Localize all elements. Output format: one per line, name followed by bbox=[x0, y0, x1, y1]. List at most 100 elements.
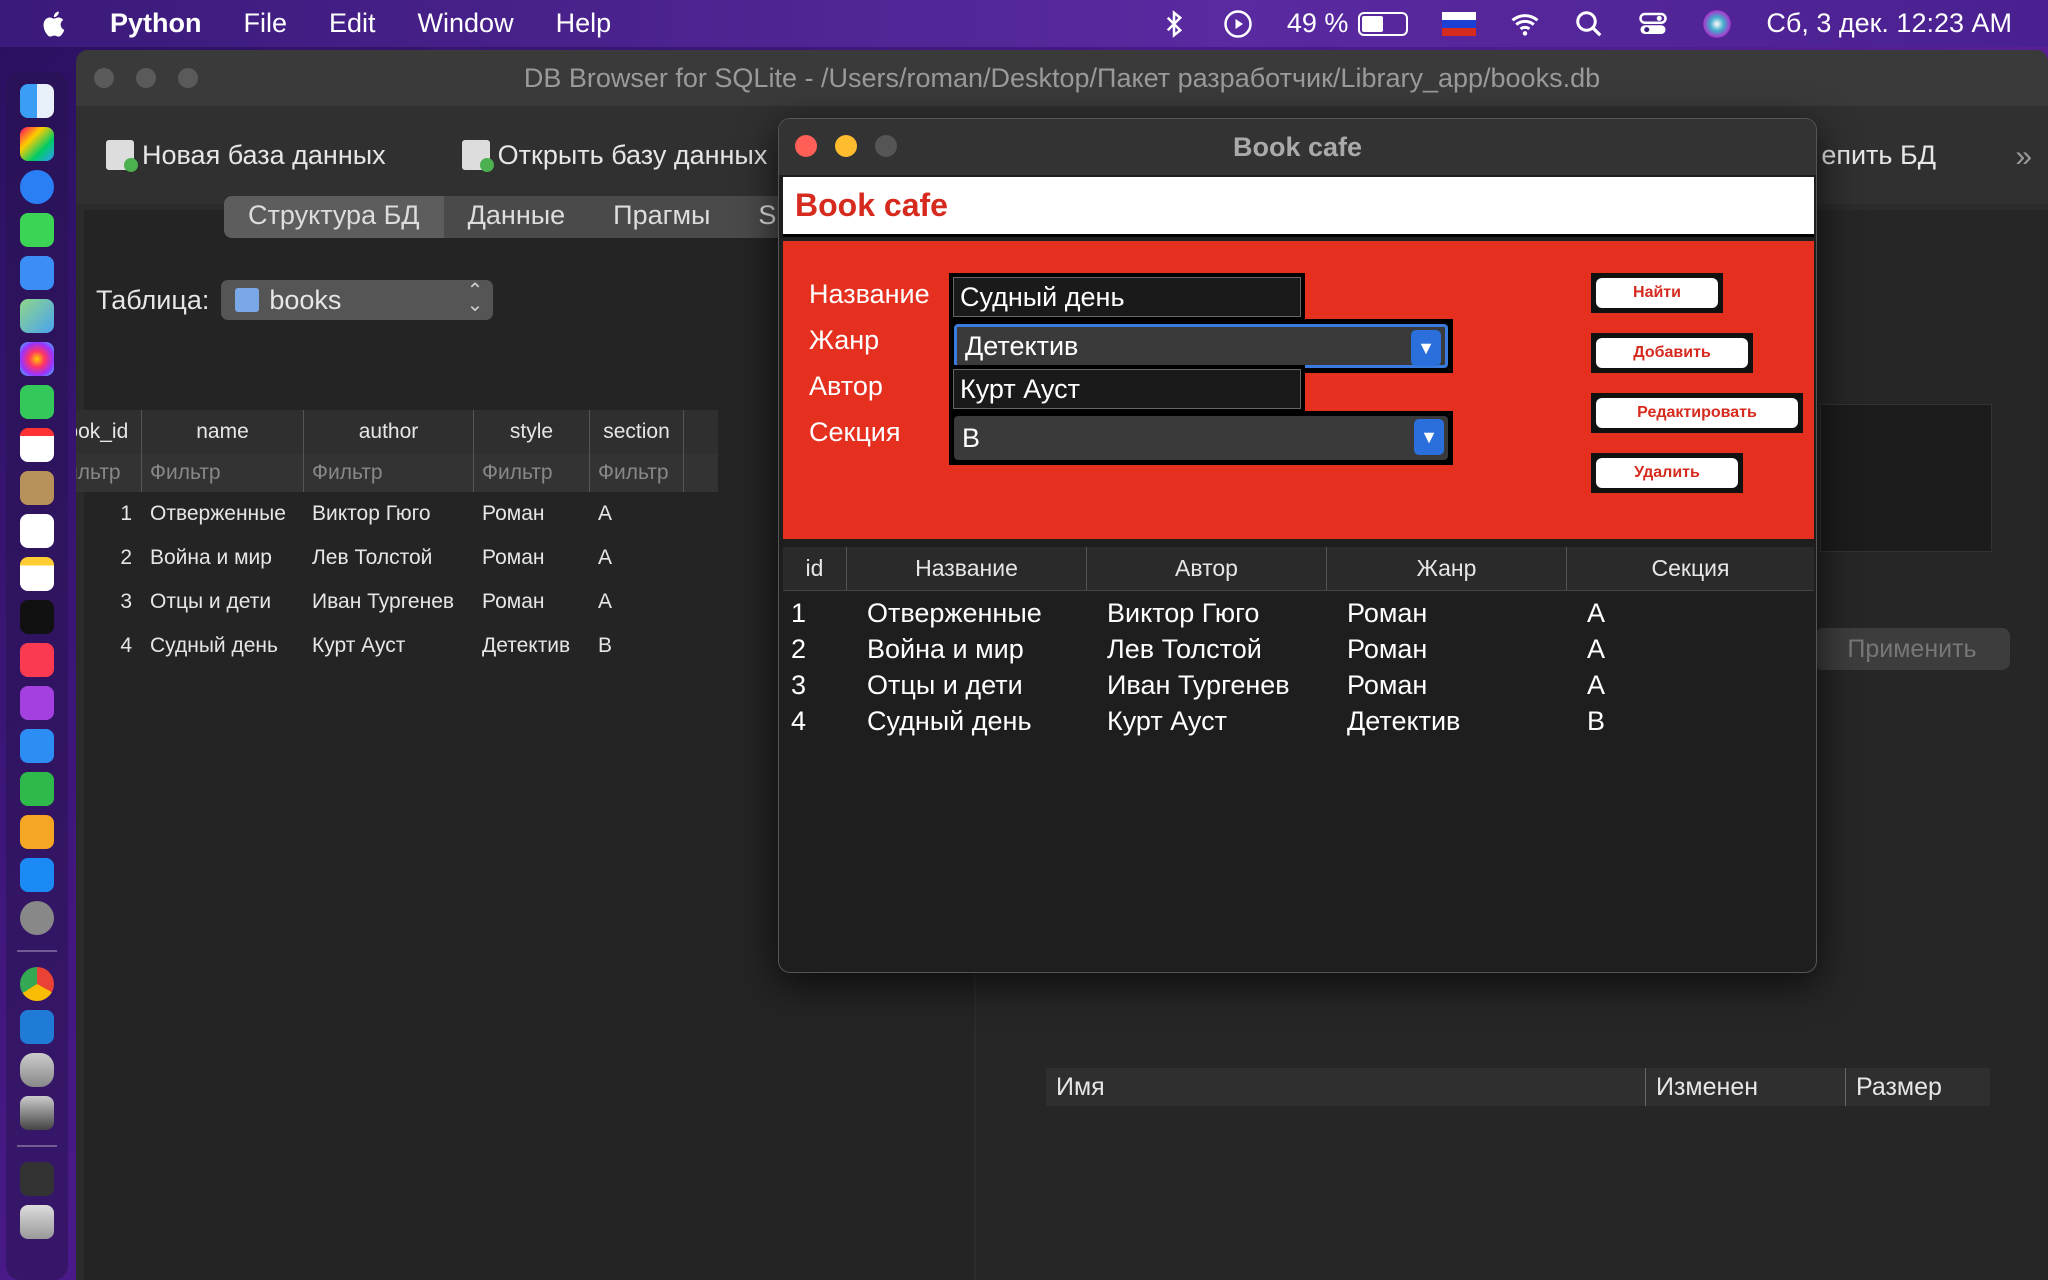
cell-style[interactable]: Роман bbox=[474, 580, 590, 624]
cell-name[interactable]: Отцы и дети bbox=[142, 580, 304, 624]
menu-edit[interactable]: Edit bbox=[329, 8, 376, 39]
find-button[interactable]: Найти bbox=[1591, 273, 1723, 313]
mail-icon[interactable] bbox=[20, 256, 54, 290]
add-button[interactable]: Добавить bbox=[1591, 333, 1753, 373]
filter-input-section[interactable]: Фильтр bbox=[590, 454, 684, 492]
tv-icon[interactable] bbox=[20, 600, 54, 634]
cell-book-id[interactable]: 3 bbox=[76, 580, 142, 624]
battery-status[interactable]: 49 % bbox=[1287, 8, 1409, 39]
chevron-down-icon[interactable]: ▼ bbox=[1411, 330, 1441, 366]
cell-book-id[interactable]: 2 bbox=[76, 536, 142, 580]
python-launcher-icon[interactable] bbox=[20, 1096, 54, 1130]
tree-row[interactable]: 4 Судный день Курт Ауст Детектив B bbox=[783, 703, 1814, 739]
chrome-icon[interactable] bbox=[20, 967, 54, 1001]
zoom-button[interactable] bbox=[178, 68, 198, 88]
filter-input-style[interactable]: Фильтр bbox=[474, 454, 590, 492]
table-row[interactable]: 1 1 Отверженные Виктор Гюго Роман A bbox=[76, 492, 718, 536]
table-row[interactable]: 3 3 Отцы и дети Иван Тургенев Роман A bbox=[76, 580, 718, 624]
cell-author[interactable]: Виктор Гюго bbox=[304, 492, 474, 536]
filter-input-book-id[interactable]: Фильтр bbox=[76, 454, 142, 492]
table-row[interactable]: 4 4 Судный день Курт Ауст Детектив B bbox=[76, 624, 718, 668]
downloads-stack-icon[interactable] bbox=[20, 1162, 54, 1196]
messages-icon[interactable] bbox=[20, 213, 54, 247]
cell-section[interactable]: A bbox=[590, 492, 684, 536]
column-header-book-id[interactable]: book_id bbox=[76, 410, 142, 454]
music-icon[interactable] bbox=[20, 643, 54, 677]
tree-row[interactable]: 2 Война и мир Лев Толстой Роман A bbox=[783, 631, 1814, 667]
input-language-flag-icon[interactable] bbox=[1442, 11, 1477, 36]
finder-icon[interactable] bbox=[20, 84, 54, 118]
chevron-down-icon[interactable]: ▼ bbox=[1414, 419, 1444, 455]
menu-help[interactable]: Help bbox=[556, 8, 612, 39]
wifi-icon[interactable] bbox=[1510, 9, 1540, 39]
cell-name[interactable]: Отверженные bbox=[142, 492, 304, 536]
new-database-button[interactable]: Новая база данных bbox=[106, 140, 386, 172]
close-button[interactable] bbox=[94, 68, 114, 88]
toolbar-overflow-icon[interactable]: » bbox=[2015, 140, 2032, 174]
close-button[interactable] bbox=[795, 135, 817, 157]
cell-style[interactable]: Детектив bbox=[474, 624, 590, 668]
facetime-icon[interactable] bbox=[20, 385, 54, 419]
open-database-button[interactable]: Открыть базу данных bbox=[461, 140, 767, 172]
pages-icon[interactable] bbox=[20, 815, 54, 849]
files-column-size[interactable]: Размер bbox=[1846, 1068, 1990, 1106]
files-column-name[interactable]: Имя bbox=[1046, 1068, 1646, 1106]
numbers-icon[interactable] bbox=[20, 772, 54, 806]
filter-input-name[interactable]: Фильтр bbox=[142, 454, 304, 492]
menu-file[interactable]: File bbox=[244, 8, 288, 39]
trash-icon[interactable] bbox=[20, 1205, 54, 1239]
zoom-button[interactable] bbox=[875, 135, 897, 157]
cell-style[interactable]: Роман bbox=[474, 536, 590, 580]
title-entry[interactable]: Судный день bbox=[949, 273, 1305, 321]
column-header-section[interactable]: section bbox=[590, 410, 684, 454]
column-header-author[interactable]: author bbox=[304, 410, 474, 454]
keynote-icon[interactable] bbox=[20, 729, 54, 763]
db-browser-icon[interactable] bbox=[20, 1053, 54, 1087]
reminders-icon[interactable] bbox=[20, 514, 54, 548]
siri-icon[interactable] bbox=[1702, 9, 1732, 39]
notes-icon[interactable] bbox=[20, 557, 54, 591]
cell-author[interactable]: Курт Ауст bbox=[304, 624, 474, 668]
menu-window[interactable]: Window bbox=[418, 8, 514, 39]
tree-row[interactable]: 3 Отцы и дети Иван Тургенев Роман A bbox=[783, 667, 1814, 703]
sql-log-box[interactable] bbox=[1820, 404, 1992, 552]
section-combobox[interactable]: B ▼ bbox=[949, 411, 1453, 465]
cell-book-id[interactable]: 1 bbox=[76, 492, 142, 536]
bluetooth-icon[interactable] bbox=[1159, 9, 1189, 39]
column-header-name[interactable]: name bbox=[142, 410, 304, 454]
cell-book-id[interactable]: 4 bbox=[76, 624, 142, 668]
calendar-icon[interactable] bbox=[20, 428, 54, 462]
app-store-icon[interactable] bbox=[20, 858, 54, 892]
cell-name[interactable]: Война и мир bbox=[142, 536, 304, 580]
safari-icon[interactable] bbox=[20, 170, 54, 204]
search-icon[interactable] bbox=[1574, 9, 1604, 39]
table-row[interactable]: 2 2 Война и мир Лев Толстой Роман A bbox=[76, 536, 718, 580]
tab-db-structure[interactable]: Структура БД bbox=[224, 196, 444, 238]
vscode-icon[interactable] bbox=[20, 1010, 54, 1044]
edit-button[interactable]: Редактировать bbox=[1591, 393, 1803, 433]
cell-section[interactable]: A bbox=[590, 580, 684, 624]
podcasts-icon[interactable] bbox=[20, 686, 54, 720]
cell-style[interactable]: Роман bbox=[474, 492, 590, 536]
delete-button[interactable]: Удалить bbox=[1591, 453, 1743, 493]
contacts-icon[interactable] bbox=[20, 471, 54, 505]
maps-icon[interactable] bbox=[20, 299, 54, 333]
books-treeview[interactable]: id Название Автор Жанр Секция 1 Отвержен… bbox=[783, 547, 1814, 967]
tab-data[interactable]: Данные bbox=[444, 196, 590, 238]
tree-column-genre[interactable]: Жанр bbox=[1327, 547, 1567, 590]
filter-input-author[interactable]: Фильтр bbox=[304, 454, 474, 492]
tree-column-title[interactable]: Название bbox=[847, 547, 1087, 590]
files-column-modified[interactable]: Изменен bbox=[1646, 1068, 1846, 1106]
tree-column-id[interactable]: id bbox=[783, 547, 847, 590]
tree-column-author[interactable]: Автор bbox=[1087, 547, 1327, 590]
minimize-button[interactable] bbox=[136, 68, 156, 88]
tab-pragmas[interactable]: Прагмы bbox=[589, 196, 734, 238]
author-entry[interactable]: Курт Ауст bbox=[949, 365, 1305, 413]
cell-name[interactable]: Судный день bbox=[142, 624, 304, 668]
toolbar-right-button[interactable]: епить БД bbox=[1821, 140, 1936, 171]
minimize-button[interactable] bbox=[835, 135, 857, 157]
launchpad-icon[interactable] bbox=[20, 127, 54, 161]
table-select[interactable]: books ⌃ ⌄ bbox=[221, 280, 494, 320]
control-center-icon[interactable] bbox=[1638, 9, 1668, 39]
apple-icon[interactable] bbox=[40, 9, 70, 39]
